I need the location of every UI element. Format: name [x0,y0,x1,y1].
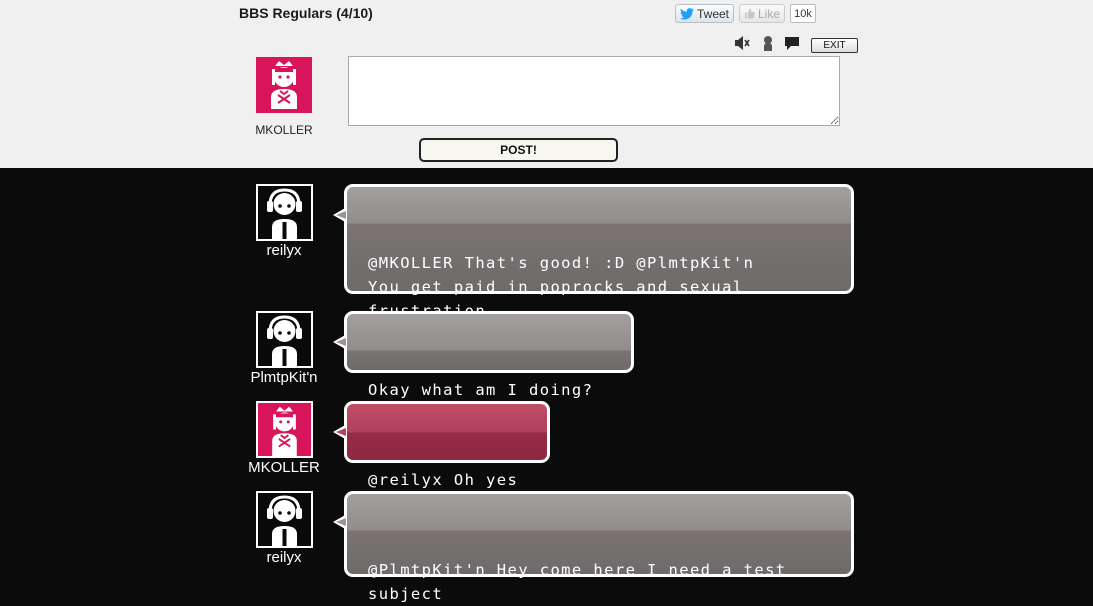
message-bubble: Okay what am I doing? [333,311,634,399]
like-count: 10k [790,4,816,23]
room-title: BBS Regulars (4/10) [239,5,373,21]
message-text: @PlmtpKit'n Hey come here I need a test … [368,561,787,603]
message-input[interactable] [348,56,840,126]
message-avatar[interactable] [256,184,313,241]
maid-avatar-icon [256,57,312,113]
tweet-button[interactable]: Tweet [675,4,734,23]
bubble-tail [333,424,347,440]
thumbs-up-icon [745,8,755,19]
composer-panel: BBS Regulars (4/10) Tweet Like 10k EXIT [0,0,1093,168]
chat-log: reilyx @MKOLLER That's good! :D @PlmtpKi… [0,168,1093,603]
headphones-avatar-icon [258,493,311,546]
like-label: Like [757,6,780,21]
message-text: @reilyx Oh yes [368,471,519,489]
message-bubble: @MKOLLER That's good! :D @PlmtpKit'n You… [333,184,854,320]
message-username: reilyx [266,242,302,259]
like-button[interactable]: Like [739,4,785,23]
message-text: Okay what am I doing? [368,381,594,399]
message-bubble: @PlmtpKit'n Hey come here I need a test … [333,491,854,603]
speaker-muted-icon[interactable] [733,35,751,51]
message-avatar[interactable] [256,311,313,368]
message-avatar[interactable] [256,401,313,458]
twitter-bird-icon [679,7,694,20]
tweet-label: Tweet [696,6,729,21]
exit-button[interactable]: EXIT [811,38,858,53]
message-username: MKOLLER [248,459,320,476]
message-username: PlmtpKit'n [250,369,318,386]
bubble-tail [333,207,347,223]
speech-bubble-icon[interactable] [783,35,801,51]
headphones-avatar-icon [258,186,311,239]
post-button[interactable]: POST! [419,138,618,162]
message-avatar[interactable] [256,491,313,548]
maid-avatar-icon [258,403,311,456]
headphones-avatar-icon [258,313,311,366]
message-username: reilyx [266,549,302,566]
bubble-tail [333,334,347,350]
bubble-tail [333,514,347,530]
composer-avatar [256,57,312,113]
message-bubble: @reilyx Oh yes [333,401,550,489]
composer-username: MKOLLER [255,123,313,137]
user-silhouette-icon[interactable] [759,35,777,51]
